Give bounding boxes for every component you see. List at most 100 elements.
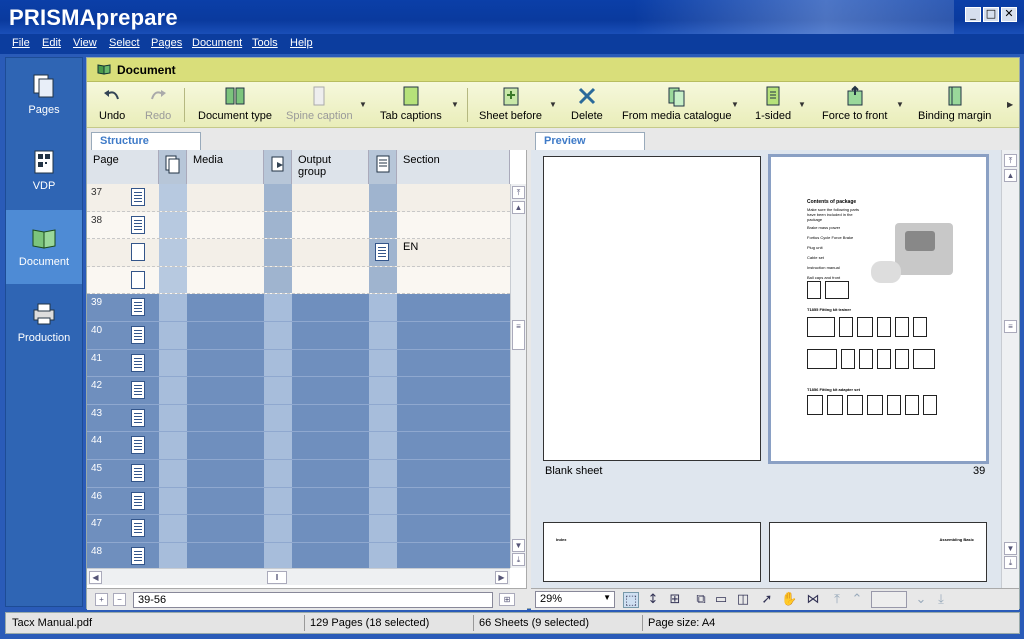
menu-view[interactable]: View	[73, 37, 97, 49]
table-row[interactable]	[87, 266, 510, 295]
tab-structure[interactable]: Structure	[91, 132, 201, 150]
close-button[interactable]: ✕	[1001, 7, 1017, 22]
scroll-up-icon[interactable]: ▲	[1004, 169, 1017, 182]
scroll-down-icon[interactable]: ▼	[1004, 542, 1017, 555]
document-type-button[interactable]: Document type	[198, 85, 272, 122]
scroll-bottom-icon[interactable]: ⤓	[1004, 556, 1017, 569]
force-to-front-button[interactable]: Force to front	[822, 85, 887, 122]
expand-icon[interactable]: +	[95, 593, 108, 606]
column-strip	[264, 266, 292, 294]
scroll-thumb[interactable]: ≡	[1004, 320, 1017, 333]
table-row[interactable]: 46	[87, 487, 510, 516]
output-group-strip-header[interactable]	[264, 150, 292, 184]
menu-document[interactable]: Document	[192, 37, 242, 49]
table-row[interactable]: 48	[87, 542, 510, 571]
table-row[interactable]: 42	[87, 377, 510, 405]
scroll-up-icon[interactable]: ▲	[512, 201, 525, 214]
menu-pages[interactable]: Pages	[151, 37, 182, 49]
collapse-icon[interactable]: −	[113, 593, 126, 606]
mirror-icon[interactable]: ⋈	[805, 592, 821, 608]
fit-height-icon[interactable]: ↕	[645, 592, 661, 608]
media-column-strip-header[interactable]	[159, 150, 187, 184]
one-sided-dropdown-icon[interactable]: ▼	[798, 100, 806, 109]
spread-icon[interactable]: ◫	[735, 592, 751, 608]
table-row[interactable]: EN	[87, 239, 510, 267]
zoom-select[interactable]: 29% ▼	[535, 591, 615, 608]
scroll-down-icon[interactable]: ▼	[512, 539, 525, 552]
column-header-media[interactable]: Media	[187, 150, 264, 184]
pointer-icon[interactable]: ➚	[759, 592, 775, 608]
table-row[interactable]: 47	[87, 515, 510, 543]
next-page-icon[interactable]: ⌄	[913, 592, 929, 608]
section-label: EN	[403, 241, 419, 254]
first-page-icon[interactable]: ⤒	[829, 592, 845, 608]
menu-select[interactable]: Select	[109, 37, 140, 49]
next-left-thumbnail[interactable]: Index	[543, 522, 761, 582]
fit-page-icon[interactable]: ⬚	[623, 592, 639, 608]
menu-help[interactable]: Help	[290, 37, 313, 49]
table-row[interactable]: 43	[87, 404, 510, 433]
nav-production[interactable]: Production	[6, 286, 82, 360]
preview-vertical-scrollbar[interactable]: ⤒ ▲ ≡ ▼ ⤓	[1001, 150, 1019, 590]
from-media-catalogue-button[interactable]: From media catalogue	[622, 85, 731, 122]
delete-button[interactable]: Delete	[571, 85, 603, 122]
structure-vertical-scrollbar[interactable]: ⤒ ▲ ≡ ▼ ⤓	[510, 184, 526, 568]
nav-vdp[interactable]: VDP	[6, 134, 82, 208]
media-catalogue-dropdown-icon[interactable]: ▼	[731, 100, 739, 109]
thumbnails-icon[interactable]: ⊞	[667, 592, 683, 608]
table-row[interactable]: 38	[87, 211, 510, 240]
table-row[interactable]: 45	[87, 460, 510, 488]
scroll-thumb[interactable]: ≡	[512, 320, 525, 350]
page-range-input[interactable]: 39-56	[133, 592, 493, 608]
spine-caption-dropdown-icon[interactable]: ▼	[359, 100, 367, 109]
table-row[interactable]: 44	[87, 432, 510, 460]
page-icon[interactable]: ▭	[713, 592, 729, 608]
sheet-before-dropdown-icon[interactable]: ▼	[549, 100, 557, 109]
tab-preview[interactable]: Preview	[535, 132, 645, 150]
table-row[interactable]: 37	[87, 184, 510, 212]
menu-tools[interactable]: Tools	[252, 37, 278, 49]
structure-horizontal-scrollbar[interactable]: ◀ ▶ ‖	[87, 568, 510, 585]
nav-document[interactable]: Document	[6, 210, 82, 284]
delete-label: Delete	[571, 110, 603, 122]
maximize-button[interactable]: □	[983, 7, 999, 22]
spine-caption-button[interactable]: Spine caption	[286, 85, 353, 122]
section-strip-header[interactable]	[369, 150, 397, 184]
next-right-thumbnail[interactable]: Assembling Basic	[769, 522, 987, 582]
minimize-button[interactable]: _	[965, 7, 981, 22]
scroll-bottom-icon[interactable]: ⤓	[512, 553, 525, 566]
binding-margin-label: Binding margin	[918, 110, 992, 122]
part-box	[859, 349, 873, 369]
grid-view-icon[interactable]: ⊞	[499, 593, 515, 606]
blank-sheet-thumbnail[interactable]	[543, 156, 761, 461]
menu-file[interactable]: File	[12, 37, 30, 49]
tab-captions-button[interactable]: Tab captions	[380, 85, 442, 122]
column-header-section[interactable]: Section	[397, 150, 510, 184]
table-row[interactable]: 40	[87, 322, 510, 350]
menu-edit[interactable]: Edit	[42, 37, 61, 49]
force-to-front-dropdown-icon[interactable]: ▼	[896, 100, 904, 109]
scroll-right-icon[interactable]: ▶	[495, 571, 508, 584]
column-header-output-group[interactable]: Output group	[292, 150, 369, 184]
hand-icon[interactable]: ✋	[781, 592, 797, 608]
copy-icon[interactable]: ⧉	[693, 592, 709, 608]
previous-page-icon[interactable]: ⌃	[849, 592, 865, 608]
redo-button[interactable]: Redo	[145, 85, 171, 122]
scroll-top-icon[interactable]: ⤒	[512, 186, 525, 199]
sheet-before-button[interactable]: Sheet before	[479, 85, 542, 122]
nav-pages[interactable]: Pages	[6, 58, 82, 132]
tab-captions-dropdown-icon[interactable]: ▼	[451, 100, 459, 109]
one-sided-button[interactable]: 1-sided	[755, 85, 791, 122]
scroll-left-icon[interactable]: ◀	[89, 571, 102, 584]
scroll-top-icon[interactable]: ⤒	[1004, 154, 1017, 167]
hscroll-thumb[interactable]: ‖	[267, 571, 287, 584]
page-number-input[interactable]	[871, 591, 907, 608]
toolbar-overflow-icon[interactable]: ▶	[1007, 100, 1013, 109]
last-page-icon[interactable]: ⤓	[933, 592, 949, 608]
column-header-page[interactable]: Page	[87, 150, 159, 184]
undo-button[interactable]: Undo	[99, 85, 125, 122]
binding-margin-button[interactable]: Binding margin	[918, 85, 991, 122]
table-row[interactable]: 41	[87, 349, 510, 378]
table-row[interactable]: 39	[87, 294, 510, 322]
page-39-thumbnail[interactable]: Contents of package Make sure the follow…	[768, 154, 989, 464]
